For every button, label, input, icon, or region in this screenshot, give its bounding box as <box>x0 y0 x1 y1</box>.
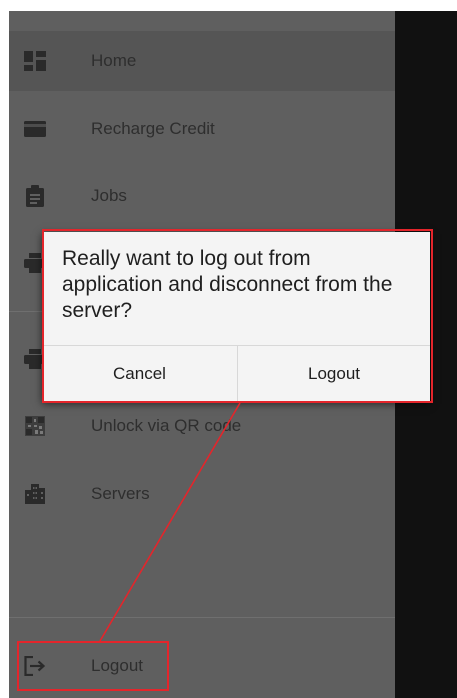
drawer-item-recharge-credit[interactable]: Recharge Credit <box>9 99 395 159</box>
logout-confirm-dialog: Really want to log out from application … <box>42 232 430 402</box>
dashboard-icon <box>23 49 47 73</box>
credit-card-icon <box>23 117 47 141</box>
drawer-item-jobs[interactable]: Jobs <box>9 166 395 226</box>
drawer-item-servers[interactable]: Servers <box>9 464 395 524</box>
drawer-item-home[interactable]: Home <box>9 31 395 91</box>
logout-confirm-button[interactable]: Logout <box>238 346 430 402</box>
clipboard-icon <box>23 184 47 208</box>
drawer-item-label: Home <box>91 51 137 70</box>
building-icon <box>23 482 47 506</box>
qr-code-icon <box>23 414 47 438</box>
app-screen: Home Recharge Credit Jobs Unlock via QR … <box>9 11 457 698</box>
drawer-divider <box>9 617 395 618</box>
drawer-item-label: Logout <box>91 656 143 675</box>
drawer-item-label: Servers <box>91 484 150 503</box>
logout-icon <box>23 654 47 678</box>
drawer-item-label: Jobs <box>91 186 127 205</box>
drawer-item-label: Recharge Credit <box>91 119 215 138</box>
drawer-item-label: Unlock via QR code <box>91 416 242 435</box>
cancel-button[interactable]: Cancel <box>42 346 237 402</box>
drawer-item-logout[interactable]: Logout <box>9 636 395 696</box>
drawer-item-unlock-qr[interactable]: Unlock via QR code <box>9 396 395 456</box>
dialog-message: Really want to log out from application … <box>62 247 393 322</box>
